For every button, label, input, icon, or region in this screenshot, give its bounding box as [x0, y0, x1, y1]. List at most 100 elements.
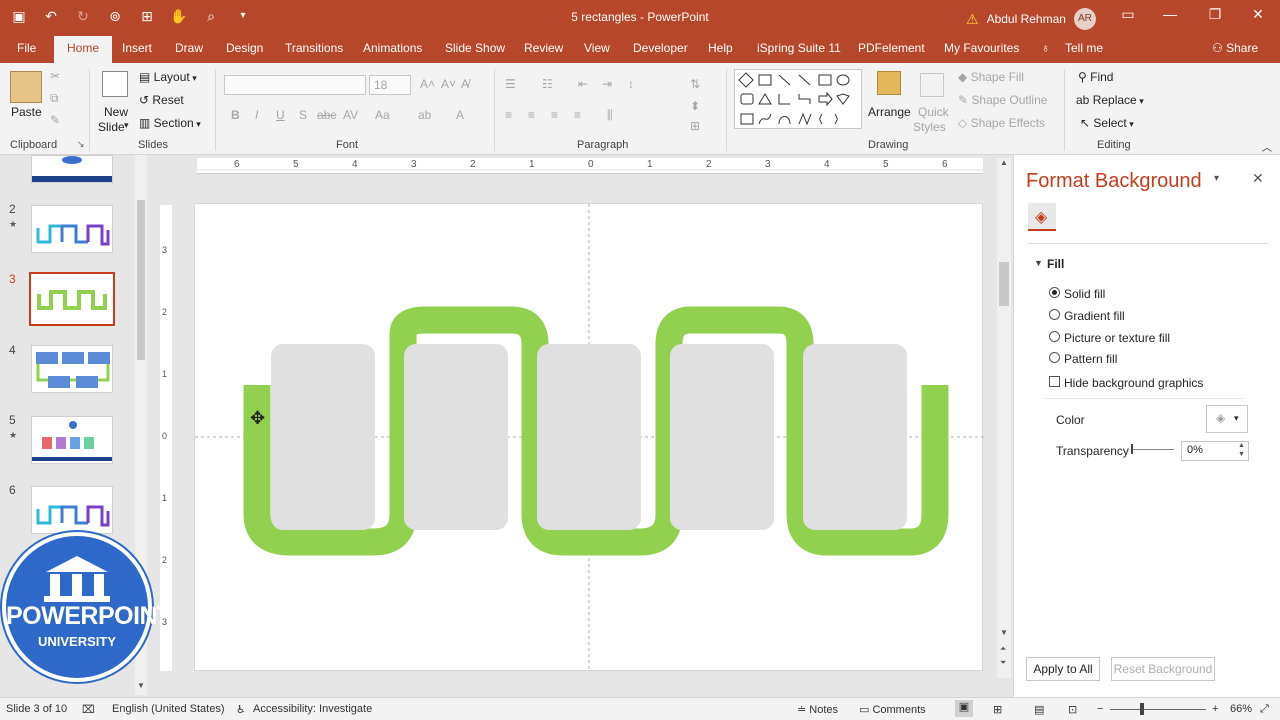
tab-draw[interactable]: Draw: [175, 41, 203, 55]
comments-button[interactable]: ▭ Comments: [859, 703, 926, 716]
zoom-level[interactable]: 66%: [1230, 703, 1252, 715]
avatar[interactable]: AR: [1073, 8, 1096, 30]
tab-view[interactable]: View: [584, 41, 610, 55]
maximize-icon[interactable]: ❐: [1205, 6, 1225, 23]
transparency-slider-handle[interactable]: [1131, 444, 1133, 454]
quick-styles-label-2[interactable]: Styles: [913, 120, 946, 134]
slide-thumbnail-4[interactable]: [31, 345, 113, 393]
replace-button[interactable]: ab Replace ▾: [1076, 93, 1144, 107]
quick-styles-label-1[interactable]: Quick: [918, 105, 949, 119]
shapes-gallery[interactable]: [734, 69, 862, 129]
tab-design[interactable]: Design: [226, 41, 263, 55]
clear-formatting-icon[interactable]: A̸: [461, 77, 469, 91]
hide-graphics-label[interactable]: Hide background graphics: [1064, 376, 1203, 390]
numbering-icon[interactable]: ☷: [542, 77, 553, 91]
slide-canvas[interactable]: ✥: [194, 203, 984, 672]
zoom-slider[interactable]: [1110, 709, 1206, 710]
bold-icon[interactable]: B: [231, 108, 240, 122]
layout-button[interactable]: ▤ Layout ▾: [139, 70, 197, 84]
shape-fill-button[interactable]: ◆ Shape Fill: [958, 70, 1024, 84]
apply-to-all-button[interactable]: Apply to All: [1026, 657, 1100, 681]
increase-indent-icon[interactable]: ⇥: [602, 77, 612, 91]
lightbulb-icon[interactable]: ♁: [1041, 41, 1050, 55]
hide-graphics-checkbox[interactable]: [1049, 376, 1060, 387]
minimize-icon[interactable]: —: [1160, 6, 1180, 22]
font-size-combo[interactable]: 18: [369, 75, 411, 95]
shape-effects-button[interactable]: ◇ Shape Effects: [958, 116, 1045, 130]
spelling-icon[interactable]: ⌧: [82, 703, 95, 716]
slide-sorter-icon[interactable]: ⊞: [993, 703, 1002, 716]
font-name-combo[interactable]: [224, 75, 366, 95]
change-case-icon[interactable]: Aa: [375, 108, 390, 122]
accessibility-label[interactable]: Accessibility: Investigate: [253, 703, 372, 715]
fill-section-chevron-icon[interactable]: ▼: [1034, 258, 1043, 268]
gradient-fill-radio[interactable]: [1049, 309, 1060, 320]
tab-help[interactable]: Help: [708, 41, 733, 55]
clipboard-launcher-icon[interactable]: ↘: [77, 139, 85, 150]
strikethrough-icon[interactable]: abc: [317, 108, 336, 122]
picture-fill-radio[interactable]: [1049, 331, 1060, 342]
zoom-out-icon[interactable]: −: [1097, 703, 1103, 715]
spin-up-icon[interactable]: ▲: [1238, 442, 1245, 449]
tab-insert[interactable]: Insert: [122, 41, 152, 55]
slideshow-icon[interactable]: ⊡: [1068, 703, 1077, 716]
paste-button[interactable]: Paste: [11, 105, 42, 119]
share-button[interactable]: ⚇ Share: [1212, 41, 1258, 55]
font-color-icon[interactable]: A: [456, 108, 464, 122]
text-direction-icon[interactable]: ⇅: [690, 77, 700, 91]
tab-file[interactable]: File: [17, 41, 36, 55]
next-slide-icon[interactable]: ⏷: [1000, 658, 1006, 668]
shadow-icon[interactable]: S: [299, 108, 307, 122]
accessibility-icon[interactable]: ♿: [236, 703, 246, 716]
fit-to-window-icon[interactable]: ⤢: [1260, 703, 1269, 716]
transparency-slider[interactable]: [1132, 449, 1174, 450]
notes-button[interactable]: ≐ Notes: [797, 703, 838, 716]
cut-icon[interactable]: ✂: [50, 69, 60, 83]
tab-animations[interactable]: Animations: [363, 41, 422, 55]
align-left-icon[interactable]: ≡: [505, 108, 512, 122]
new-slide-label-2[interactable]: Slide: [98, 120, 125, 134]
columns-icon[interactable]: ⫼: [607, 108, 613, 123]
highlight-icon[interactable]: ab: [418, 108, 431, 122]
slide-scrollbar[interactable]: ▲ ▼ ⏶ ⏷: [997, 158, 1011, 678]
previous-slide-icon[interactable]: ⏶: [1000, 644, 1006, 654]
scroll-down-icon[interactable]: ▼: [137, 681, 145, 690]
increase-font-icon[interactable]: A˄: [420, 77, 435, 91]
slide-thumbnail-5[interactable]: [31, 416, 113, 464]
warning-icon[interactable]: ⚠: [966, 11, 979, 28]
slide-thumbnail-1[interactable]: [31, 155, 113, 183]
slide-counter[interactable]: Slide 3 of 10: [6, 703, 67, 715]
format-painter-icon[interactable]: ✎: [50, 113, 60, 127]
italic-icon[interactable]: I: [255, 108, 258, 122]
tab-home[interactable]: Home: [54, 36, 113, 63]
copy-icon[interactable]: ⧉: [50, 91, 59, 106]
slide-thumbnail-2[interactable]: [31, 205, 113, 253]
tab-pdfelement[interactable]: PDFelement: [858, 41, 925, 55]
fill-tab[interactable]: ◈: [1028, 203, 1056, 231]
decrease-font-icon[interactable]: A˅: [441, 77, 456, 91]
decrease-indent-icon[interactable]: ⇤: [578, 77, 588, 91]
quick-styles-icon[interactable]: [920, 73, 944, 97]
underline-icon[interactable]: U: [276, 108, 285, 122]
slide-thumbnail-3[interactable]: [29, 272, 115, 326]
tell-me-search[interactable]: Tell me: [1065, 41, 1103, 55]
pane-options-icon[interactable]: ▾: [1214, 173, 1219, 184]
new-slide-icon[interactable]: [102, 71, 128, 97]
reset-button[interactable]: ↺ Reset: [139, 93, 184, 107]
tab-developer[interactable]: Developer: [633, 41, 688, 55]
scrollbar-thumb[interactable]: [999, 262, 1009, 306]
language-label[interactable]: English (United States): [112, 703, 225, 715]
normal-view-icon[interactable]: ▣: [955, 700, 973, 717]
arrange-button[interactable]: Arrange: [868, 105, 911, 119]
picture-fill-label[interactable]: Picture or texture fill: [1064, 331, 1170, 345]
pattern-fill-label[interactable]: Pattern fill: [1064, 352, 1117, 366]
scroll-down-icon[interactable]: ▼: [1000, 628, 1008, 637]
select-button[interactable]: ↖ Select ▾: [1080, 116, 1134, 130]
arrange-icon[interactable]: [877, 71, 901, 95]
slide-thumbnail-6[interactable]: [31, 486, 113, 534]
color-picker-button[interactable]: ◈ ▾: [1206, 405, 1248, 433]
scrollbar-thumb[interactable]: [137, 200, 145, 360]
zoom-in-icon[interactable]: +: [1212, 703, 1218, 715]
gradient-fill-label[interactable]: Gradient fill: [1064, 309, 1125, 323]
close-icon[interactable]: ✕: [1252, 170, 1264, 187]
